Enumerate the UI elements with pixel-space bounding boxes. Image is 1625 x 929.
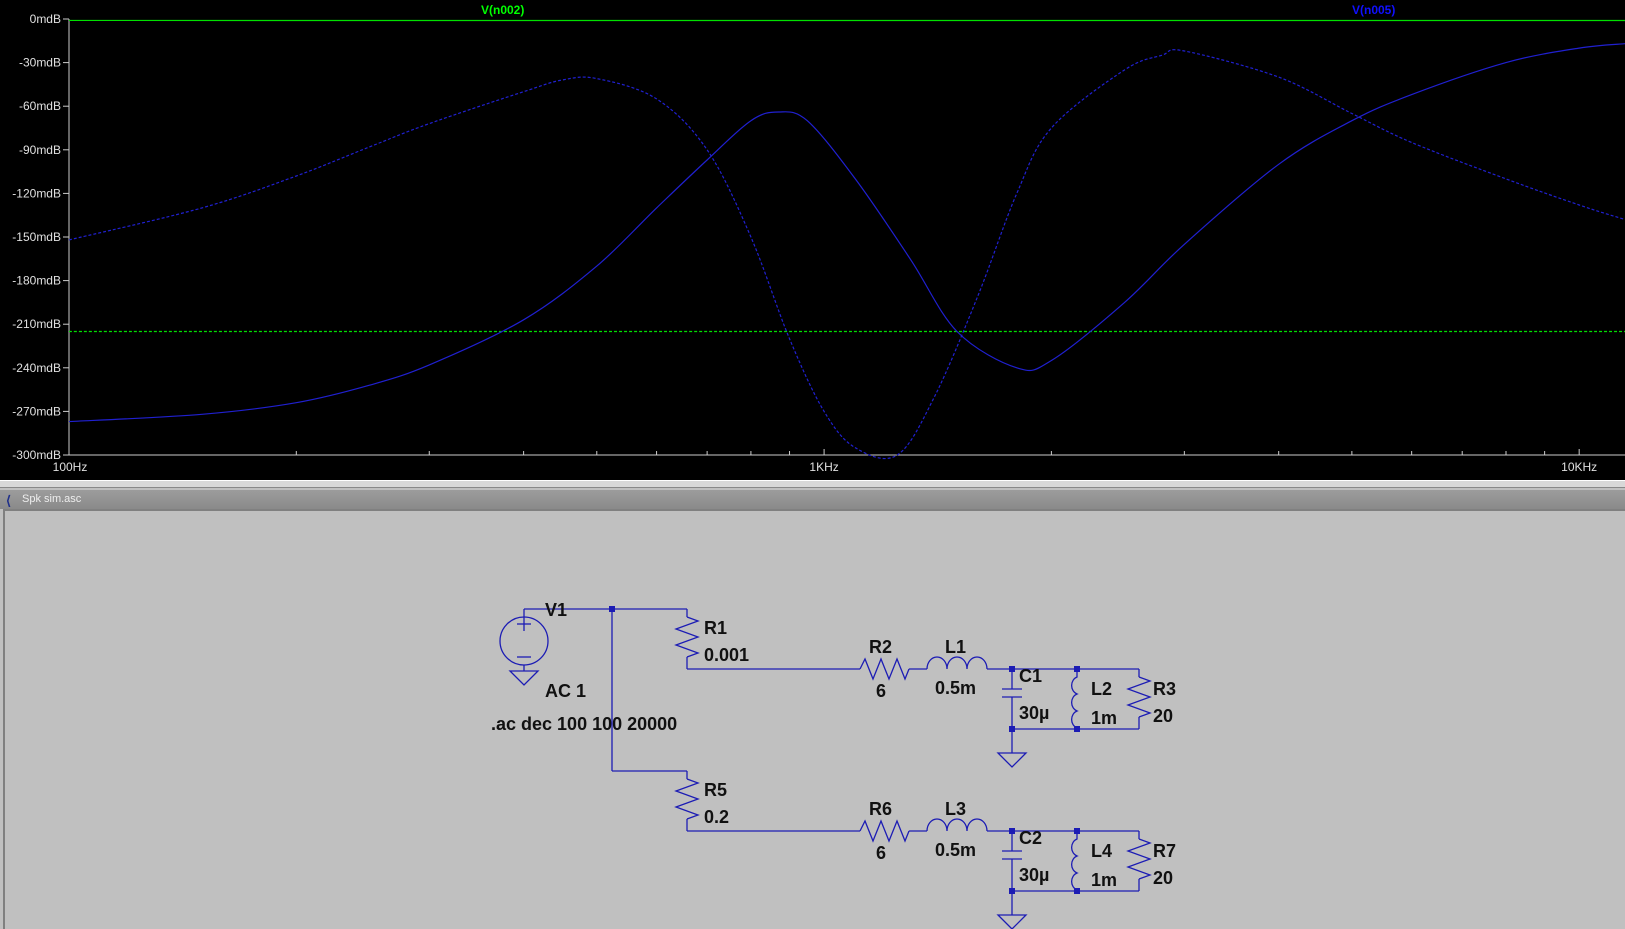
label-c2: C2 [1019,828,1042,848]
x-tick-label: 1KHz [809,460,838,474]
label-r2-value: 6 [876,681,886,701]
voltage-source-v1[interactable] [499,608,612,686]
trace-label-v-n005[interactable]: V(n005) [1352,3,1395,17]
label-r1: R1 [704,618,727,638]
label-c1-value: 30µ [1019,703,1049,723]
trace-vn005-solid[interactable] [68,43,1625,423]
label-v1: V1 [545,600,567,620]
label-r7-value: 20 [1153,868,1173,888]
label-r6: R6 [869,799,892,819]
label-v1-value: AC 1 [545,681,586,701]
trace-label-v-n002[interactable]: V(n002) [481,3,524,17]
label-l3-value: 0.5m [935,840,976,860]
y-tick-label: -30mdB [19,56,61,70]
y-tick-label: -120mdB [12,186,61,200]
ltspice-icon: ⟨ [6,493,12,508]
y-tick-label: -240mdB [12,361,61,375]
label-l4-value: 1m [1091,870,1117,890]
branch-bottom-wires [674,771,1152,929]
plot-traces [68,19,1625,460]
y-tick-label: -60mdB [19,99,61,113]
label-r2: R2 [869,637,892,657]
label-l2-value: 1m [1091,708,1117,728]
y-tick-label: -270mdB [12,404,61,418]
label-c2-value: 30µ [1019,865,1049,885]
label-r5-value: 0.2 [704,807,729,827]
y-tick-label: -90mdB [19,143,61,157]
schematic-drawing[interactable]: V1 AC 1 .ac dec 100 100 20000 R1 0.001 R… [5,511,1625,929]
label-r3: R3 [1153,679,1176,699]
schematic-canvas[interactable]: V1 AC 1 .ac dec 100 100 20000 R1 0.001 R… [3,509,1625,929]
label-l1-value: 0.5m [935,678,976,698]
y-tick-label: -180mdB [12,274,61,288]
label-l2: L2 [1091,679,1112,699]
pane-splitter[interactable] [0,480,1625,488]
y-tick-label: 0mdB [30,12,61,26]
x-tick-label: 100Hz [53,460,88,474]
plot-axes [63,18,1625,456]
label-r3-value: 20 [1153,706,1173,726]
schematic-window-title: Spk sim.asc [22,493,82,505]
label-l3: L3 [945,799,966,819]
schematic-window-titlebar[interactable]: ⟨ Spk sim.asc [0,490,1625,509]
x-tick-label: 10KHz [1561,460,1597,474]
label-r1-value: 0.001 [704,645,749,665]
label-c1: C1 [1019,666,1042,686]
trace-vn005-dashed[interactable] [68,49,1625,460]
y-tick-label: -150mdB [12,230,61,244]
label-l4: L4 [1091,841,1112,861]
ac-analysis-plot[interactable]: 0mdB -30mdB -60mdB -90mdB -120mdB -150mdB -180… [0,0,1625,480]
label-r5: R5 [704,780,727,800]
y-tick-label: -210mdB [12,317,61,331]
plot-tick-labels: 0mdB -30mdB -60mdB -90mdB -120mdB -150mdB -180… [12,12,1597,474]
label-r7: R7 [1153,841,1176,861]
label-l1: L1 [945,637,966,657]
label-r6-value: 6 [876,843,886,863]
waveform-plot-pane[interactable]: 0mdB -30mdB -60mdB -90mdB -120mdB -150mdB -180… [0,0,1625,486]
spice-directive[interactable]: .ac dec 100 100 20000 [491,714,677,734]
